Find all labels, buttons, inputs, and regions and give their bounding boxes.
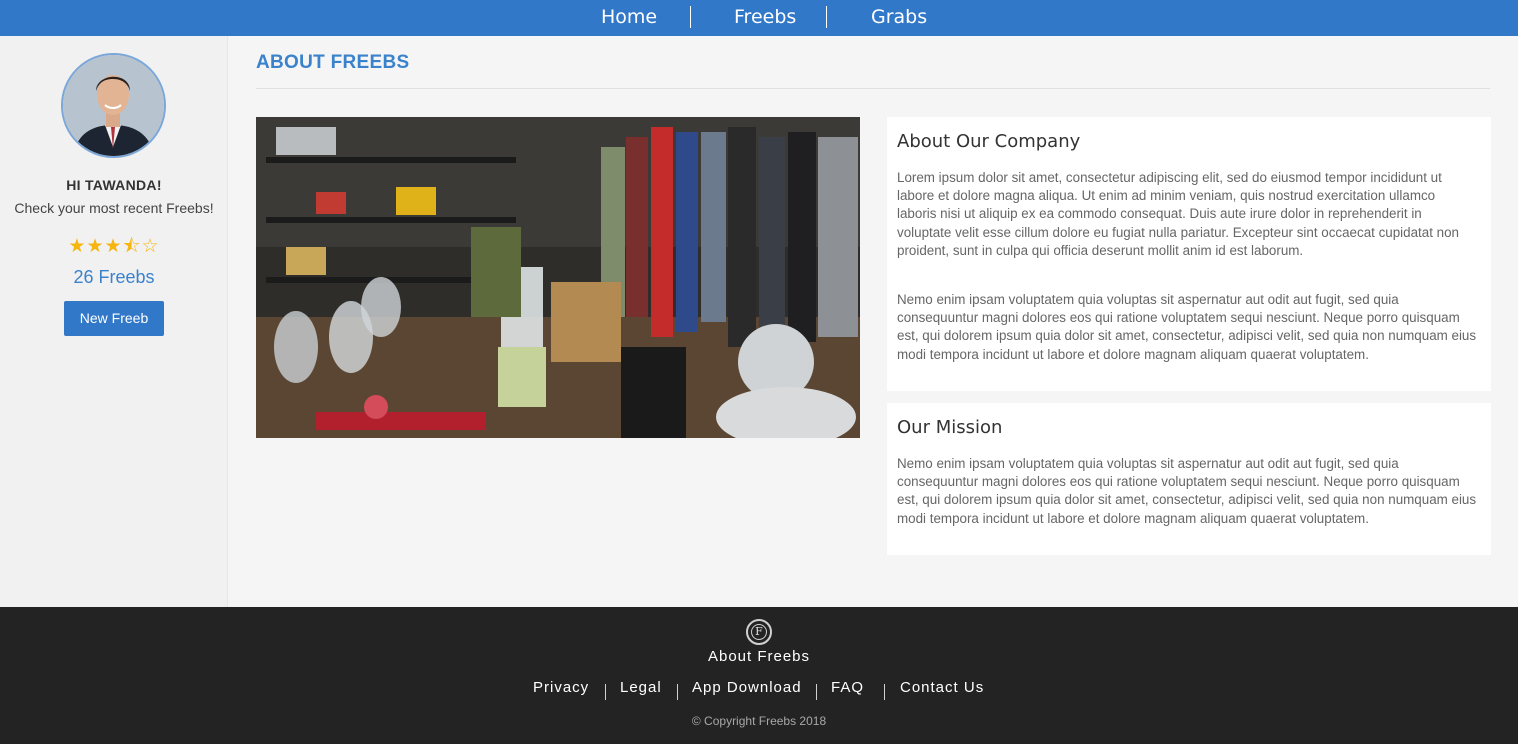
nav-freebs[interactable]: Freebs (734, 0, 796, 36)
footer-link-faq[interactable]: FAQ (831, 679, 864, 696)
nav-divider (690, 6, 691, 28)
top-nav: Home Freebs Grabs (0, 0, 1518, 36)
nav-grabs[interactable]: Grabs (871, 0, 927, 36)
nav-home[interactable]: Home (601, 0, 657, 36)
about-company-paragraph-1: Lorem ipsum dolor sit amet, consectetur … (897, 170, 1459, 258)
footer: F About Freebs Privacy Legal App Downloa… (0, 607, 1518, 744)
mission-paragraph: Nemo enim ipsam voluptatem quia voluptas… (897, 456, 1477, 526)
freeb-count-link[interactable]: 26 Freebs (0, 267, 228, 288)
footer-about-link[interactable]: About Freebs (0, 648, 1518, 665)
footer-divider (816, 684, 817, 700)
garage-sale-photo (256, 117, 860, 438)
about-company-card: About Our Company Lorem ipsum dolor sit … (887, 117, 1491, 391)
footer-link-legal[interactable]: Legal (620, 679, 662, 696)
user-portrait-image (63, 55, 164, 156)
copyright-text: © Copyright Freebs 2018 (691, 714, 827, 728)
avatar[interactable] (61, 53, 166, 158)
freebs-logo-icon: F (746, 619, 772, 645)
footer-divider (677, 684, 678, 700)
new-freeb-button[interactable]: New Freeb (64, 301, 164, 336)
footer-link-contact[interactable]: Contact Us (900, 679, 984, 696)
star-rating: ★★★⯪☆ (68, 236, 160, 257)
about-company-paragraph-2: Nemo enim ipsam voluptatem quia voluptas… (897, 292, 1477, 362)
logo-letter: F (751, 624, 767, 640)
mission-card: Our Mission Nemo enim ipsam voluptatem q… (887, 403, 1491, 555)
user-greeting: HI TAWANDA! (66, 177, 162, 193)
footer-link-privacy[interactable]: Privacy (533, 679, 589, 696)
greeting-subtitle: Check your most recent Freebs! (14, 200, 214, 216)
footer-divider (605, 684, 606, 700)
footer-link-app-download[interactable]: App Download (692, 679, 802, 696)
mission-heading: Our Mission (897, 417, 1003, 438)
page-title: ABOUT FREEBS (256, 52, 410, 73)
profile-sidebar: HI TAWANDA! Check your most recent Freeb… (0, 36, 228, 607)
about-company-heading: About Our Company (897, 131, 1081, 152)
title-divider (256, 88, 1490, 89)
hero-image (256, 117, 860, 438)
footer-divider (884, 684, 885, 700)
nav-divider (826, 6, 827, 28)
